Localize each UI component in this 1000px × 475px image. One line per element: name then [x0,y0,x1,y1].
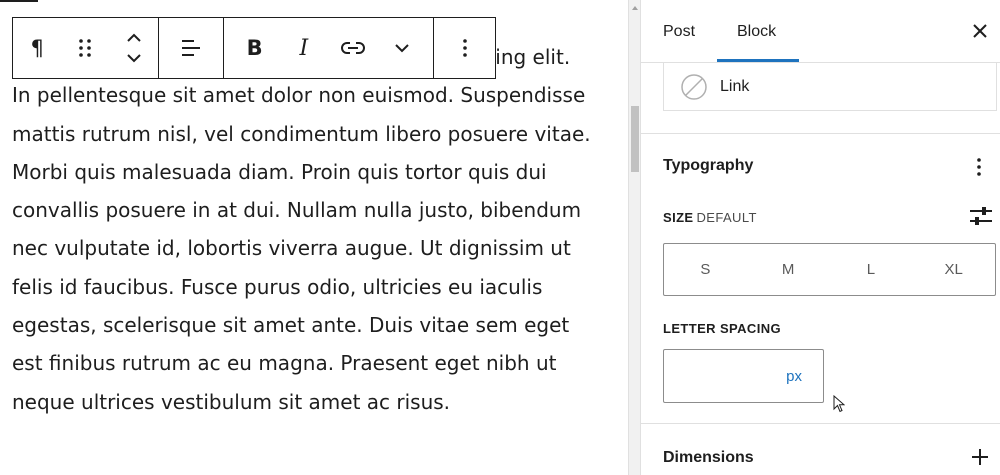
editor-scrollbar[interactable] [628,0,640,475]
block-options-button[interactable] [444,18,485,78]
align-left-icon [182,40,200,56]
scroll-up-arrow-icon[interactable] [632,6,638,10]
settings-sliders-icon [970,207,992,225]
link-button[interactable] [333,18,374,78]
settings-sidebar: Post Block Link Typography SIZEDEFAULT [640,0,1000,475]
font-size-current-value: DEFAULT [696,210,757,225]
mouse-pointer-icon [833,395,845,413]
letter-spacing-unit-select[interactable]: px [786,368,802,385]
font-size-picker: S M L XL [663,243,996,296]
plus-icon [972,449,988,465]
size-option-xl[interactable]: XL [912,244,995,295]
letter-spacing-label: LETTER SPACING [663,321,782,336]
more-rich-text-button[interactable] [382,18,423,78]
letter-spacing-input[interactable]: px [663,349,824,403]
section-divider [641,133,1000,134]
close-icon [973,24,987,38]
italic-button[interactable]: I [283,18,324,78]
close-sidebar-button[interactable] [965,16,995,46]
paragraph-icon: ¶ [30,35,44,60]
size-option-s[interactable]: S [664,244,747,295]
bold-icon: B [246,36,263,60]
no-link-icon [681,73,707,100]
custom-size-toggle-button[interactable] [966,203,996,229]
selection-indicator [0,0,38,2]
letter-spacing-value[interactable] [664,350,786,402]
font-size-label-text: SIZE [663,210,694,225]
tab-block[interactable]: Block [737,0,776,63]
link-style-option[interactable]: Link [663,63,997,111]
typography-options-button[interactable] [966,154,992,180]
size-option-m[interactable]: M [747,244,830,295]
alignment-group [159,18,224,78]
active-tab-indicator [717,59,799,62]
move-down-icon[interactable] [126,53,142,63]
formatting-group: B I [224,18,434,78]
link-label: Link [720,77,750,95]
tab-post[interactable]: Post [663,0,695,63]
block-controls-group: ¶ [13,18,159,78]
sidebar-tabs: Post Block [641,0,1000,63]
font-size-label: SIZE DEFAULT [663,210,757,225]
more-vertical-icon [977,158,981,176]
link-icon [341,42,366,54]
block-type-button[interactable]: ¶ [17,18,58,78]
dimensions-add-button[interactable] [967,444,993,470]
bold-button[interactable]: B [234,18,275,78]
block-mover [113,18,154,78]
block-toolbar: ¶ B I [12,17,496,79]
size-option-l[interactable]: L [830,244,913,295]
editor-canvas[interactable]: Lorem ipsum dolor sit amet, consectetur … [0,0,628,475]
dimensions-title: Dimensions [663,449,754,466]
drag-handle-button[interactable] [65,18,106,78]
typography-title: Typography [663,157,754,174]
italic-icon: I [299,35,309,61]
more-options-icon [462,39,467,57]
options-group [434,18,495,78]
drag-handle-icon [79,39,92,57]
align-button[interactable] [171,18,212,78]
move-up-icon[interactable] [126,33,142,43]
section-divider [641,423,1000,424]
chevron-down-icon [395,44,410,53]
scrollbar-thumb[interactable] [631,106,639,172]
paragraph-block[interactable]: Lorem ipsum dolor sit amet, consectetur … [12,38,592,421]
